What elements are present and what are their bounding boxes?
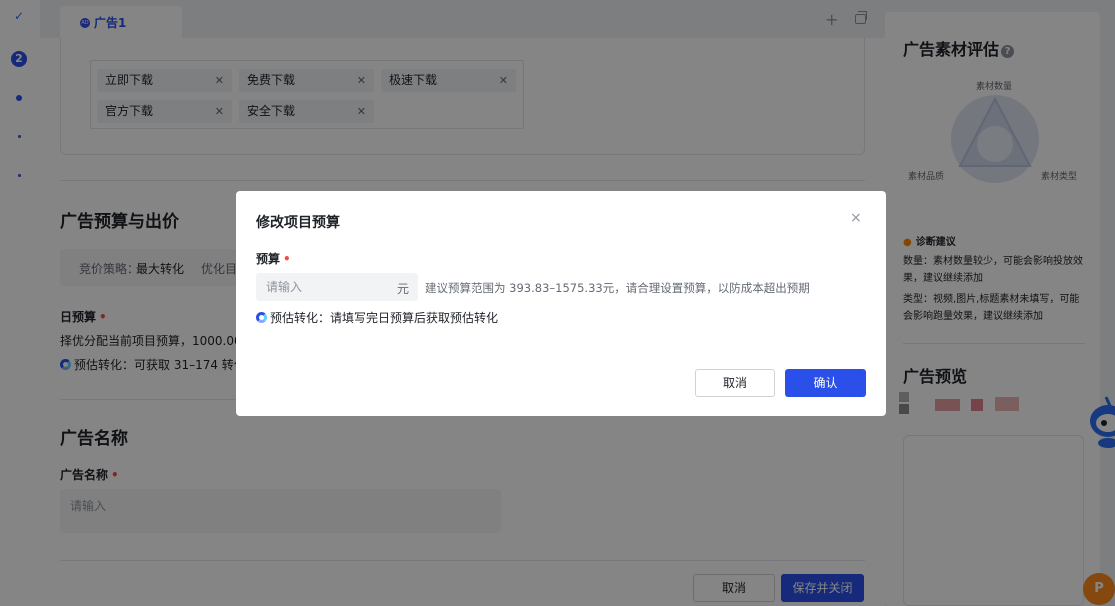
budget-input-wrapper: 元 [256, 273, 418, 301]
dialog-title: 修改项目预算 [256, 215, 340, 231]
edit-project-budget-dialog: 修改项目预算 × 预算• 元 建议预算范围为 393.83–1575.33元，请… [236, 191, 886, 416]
currency-unit: 元 [397, 282, 410, 296]
budget-label: 预算 • [256, 252, 291, 266]
estimate-icon [256, 312, 267, 323]
dialog-cancel-button[interactable]: 取消 [695, 369, 775, 397]
dialog-confirm-button[interactable]: 确认 [785, 369, 866, 397]
budget-hint: 建议预算范围为 393.83–1575.33元，请合理设置预算，以防成本超出预期 [425, 281, 810, 295]
budget-input[interactable] [256, 273, 396, 301]
close-icon[interactable]: × [850, 210, 862, 226]
conversion-estimate-hint: 预估转化：请填写完日预算后获取预估转化 [256, 309, 498, 326]
